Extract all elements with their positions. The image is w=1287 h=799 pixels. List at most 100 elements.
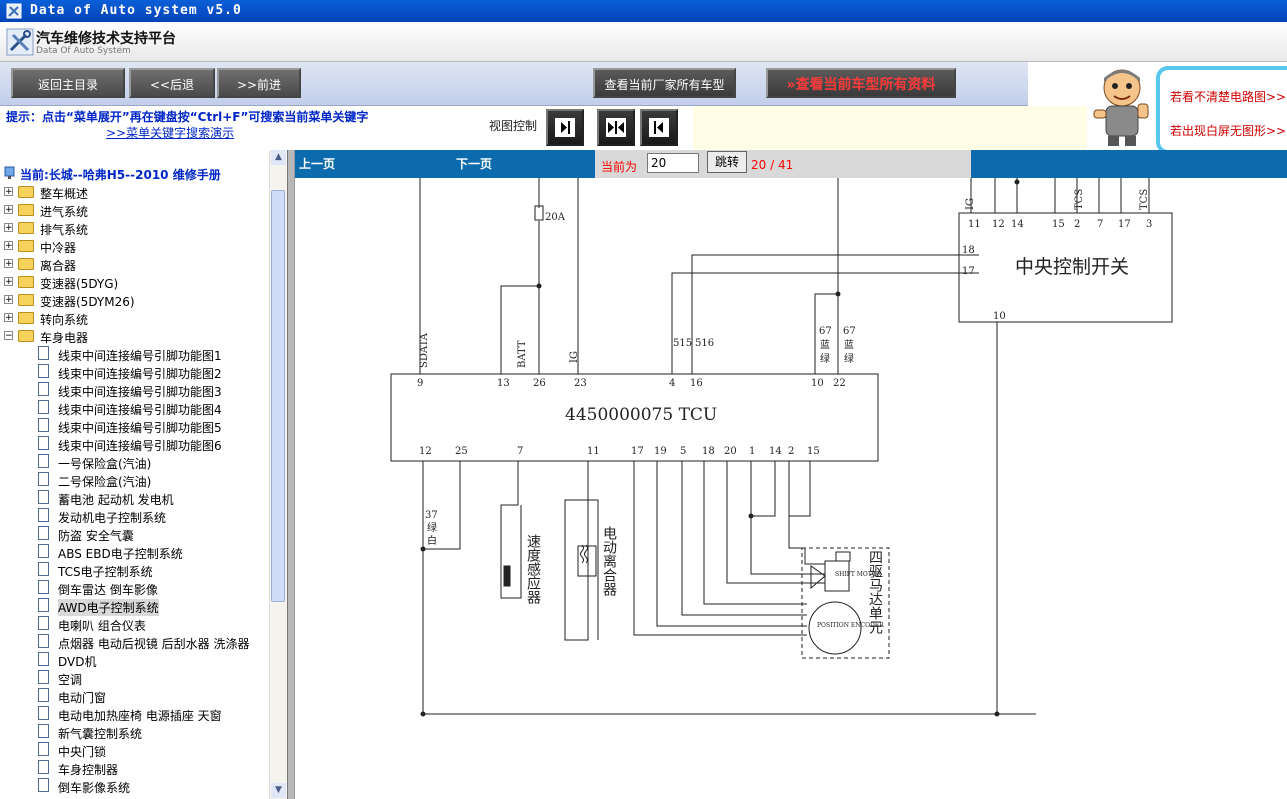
split-arrows-icon	[608, 121, 624, 134]
back-button[interactable]: <<后退	[129, 68, 215, 98]
menu-tree-panel: 当前:长城--哈弗H5--2010 维修手册 + 整车概述 + 进气系统 + 排气系统 + 中…	[0, 150, 287, 799]
tree-doc[interactable]: 线束中间连接编号引脚功能图4	[0, 399, 268, 417]
arrow-left-bar-icon	[654, 121, 663, 134]
collapse-icon[interactable]: −	[4, 331, 13, 341]
document-icon	[38, 634, 49, 648]
tree-doc[interactable]: 二号保险盒(汽油)	[0, 471, 268, 489]
expand-icon[interactable]: +	[4, 259, 13, 269]
tree-folder-label: 车身电器	[40, 331, 89, 345]
panel-splitter[interactable]	[287, 150, 295, 799]
tree-doc[interactable]: 一号保险盒(汽油)	[0, 453, 268, 471]
folder-icon	[18, 258, 34, 270]
switch-pin: 15	[1052, 219, 1065, 230]
tcu-pin: 16	[690, 378, 703, 389]
view-collapse-button[interactable]	[640, 109, 678, 146]
switch-pin: 3	[1146, 219, 1152, 230]
tree-doc[interactable]: 新气囊控制系统	[0, 723, 268, 741]
jump-button[interactable]: 跳转	[707, 151, 747, 173]
document-icon	[38, 616, 49, 630]
tree-scrollbar[interactable]: ▲ ▼	[269, 150, 287, 799]
tree-doc[interactable]: 车身控制器	[0, 759, 268, 777]
document-icon	[38, 418, 49, 432]
tree-doc[interactable]: 电动门窗	[0, 687, 268, 705]
page-number-input[interactable]	[647, 153, 699, 173]
document-icon	[38, 454, 49, 468]
tree-doc[interactable]: 蓄电池 起动机 发电机	[0, 489, 268, 507]
expand-icon[interactable]: +	[4, 187, 13, 197]
tree-doc[interactable]: 线束中间连接编号引脚功能图2	[0, 363, 268, 381]
view-control-label: 视图控制	[489, 119, 538, 133]
expand-icon[interactable]: +	[4, 295, 13, 305]
tree-doc[interactable]: 防盗 安全气囊	[0, 525, 268, 543]
document-icon	[38, 742, 49, 756]
tree-doc[interactable]: 空调	[0, 669, 268, 687]
next-page-link[interactable]: 下一页	[456, 155, 492, 172]
switch-pin: 11	[968, 219, 981, 230]
tree-folder-label: 离合器	[40, 259, 77, 273]
tree-folder[interactable]: − 车身电器	[0, 327, 268, 345]
tree-doc[interactable]: 点烟器 电动后视镜 后刮水器 洗涤器	[0, 633, 268, 651]
view-split-button[interactable]	[597, 109, 635, 146]
tcu-pin: 7	[517, 446, 523, 457]
document-icon	[38, 382, 49, 396]
brand-models-button[interactable]: 查看当前厂家所有车型	[593, 68, 736, 98]
tree-folder[interactable]: + 离合器	[0, 255, 268, 273]
document-icon	[38, 526, 49, 540]
tree-folder[interactable]: + 变速器(5DYG)	[0, 273, 268, 291]
search-demo-link[interactable]: >>菜单关键字搜索演示	[106, 124, 234, 141]
tree-doc[interactable]: 线束中间连接编号引脚功能图1	[0, 345, 268, 363]
tree-folder[interactable]: + 排气系统	[0, 219, 268, 237]
help-link-unclear[interactable]: 若看不清楚电路图>>	[1170, 88, 1286, 105]
tree-folder-label: 整车概述	[40, 187, 89, 201]
all-data-button[interactable]: »查看当前车型所有资料	[766, 68, 956, 98]
tree-doc[interactable]: DVD机	[0, 651, 268, 669]
tree-doc[interactable]: 电动电加热座椅 电源插座 天窗	[0, 705, 268, 723]
expand-icon[interactable]: +	[4, 241, 13, 251]
signal-516: 516	[695, 338, 714, 349]
tree-folder[interactable]: + 转向系统	[0, 309, 268, 327]
speed-sensor-label: 速度感应器	[525, 534, 541, 604]
expand-icon[interactable]: +	[4, 205, 13, 215]
tree-doc[interactable]: 发动机电子控制系统	[0, 507, 268, 525]
tree-doc[interactable]: 中央门锁	[0, 741, 268, 759]
scroll-down-arrow[interactable]: ▼	[271, 783, 286, 798]
tree-doc-label: 线束中间连接编号引脚功能图5	[58, 421, 222, 435]
tree-folder[interactable]: + 变速器(5DYM26)	[0, 291, 268, 309]
view-expand-button[interactable]	[546, 109, 584, 146]
wire-note: 蓝	[844, 339, 854, 351]
expand-icon[interactable]: +	[4, 277, 13, 287]
prev-page-link[interactable]: 上一页	[299, 155, 335, 172]
tcu-pin: 4	[669, 378, 675, 389]
tree-doc-label: 倒车影像系统	[58, 781, 131, 795]
tcu-pin: 10	[811, 378, 824, 389]
wire-note: 蓝	[820, 339, 830, 351]
signal-515: 515	[673, 338, 692, 349]
tree-folder[interactable]: + 中冷器	[0, 237, 268, 255]
tcu-pin: 12	[419, 446, 432, 457]
tree-doc[interactable]: 线束中间连接编号引脚功能图6	[0, 435, 268, 453]
tree-doc[interactable]: 线束中间连接编号引脚功能图5	[0, 417, 268, 435]
tree-doc[interactable]: 线束中间连接编号引脚功能图3	[0, 381, 268, 399]
tree-doc[interactable]: 倒车影像系统	[0, 777, 268, 795]
folder-icon	[18, 222, 34, 234]
tree-doc[interactable]: AWD电子控制系统	[0, 597, 268, 616]
title-bar: Data of Auto system v5.0	[0, 0, 1287, 22]
tree-folder[interactable]: + 整车概述	[0, 183, 268, 201]
home-button[interactable]: 返回主目录	[11, 68, 125, 98]
tree-doc[interactable]: ABS EBD电子控制系统	[0, 543, 268, 561]
folder-icon	[18, 330, 34, 342]
tree-doc[interactable]: 电喇叭 组合仪表	[0, 615, 268, 633]
scroll-thumb[interactable]	[271, 190, 285, 602]
hint-row: 提示：点击“菜单展开”再在键盘按“Ctrl+F”可搜索当前菜单关键字 >>菜单关…	[0, 106, 1087, 150]
tree-folder[interactable]: + 进气系统	[0, 201, 268, 219]
forward-button[interactable]: >>前进	[217, 68, 301, 98]
expand-icon[interactable]: +	[4, 223, 13, 233]
wiring-diagram: 4450000075 TCU 中央控制开关 9 13 26 23 4 16 10…	[295, 178, 1287, 799]
help-link-blank[interactable]: 若出现白屏无图形>>	[1170, 122, 1286, 139]
tree-doc[interactable]: TCS电子控制系统	[0, 561, 268, 579]
tree-doc[interactable]: 倒车雷达 倒车影像	[0, 579, 268, 597]
expand-icon[interactable]: +	[4, 313, 13, 323]
tcu-pin: 20	[724, 446, 737, 457]
pager-bar: 上一页 下一页 当前为 跳转 20 / 41	[295, 150, 1287, 178]
scroll-up-arrow[interactable]: ▲	[271, 150, 286, 165]
